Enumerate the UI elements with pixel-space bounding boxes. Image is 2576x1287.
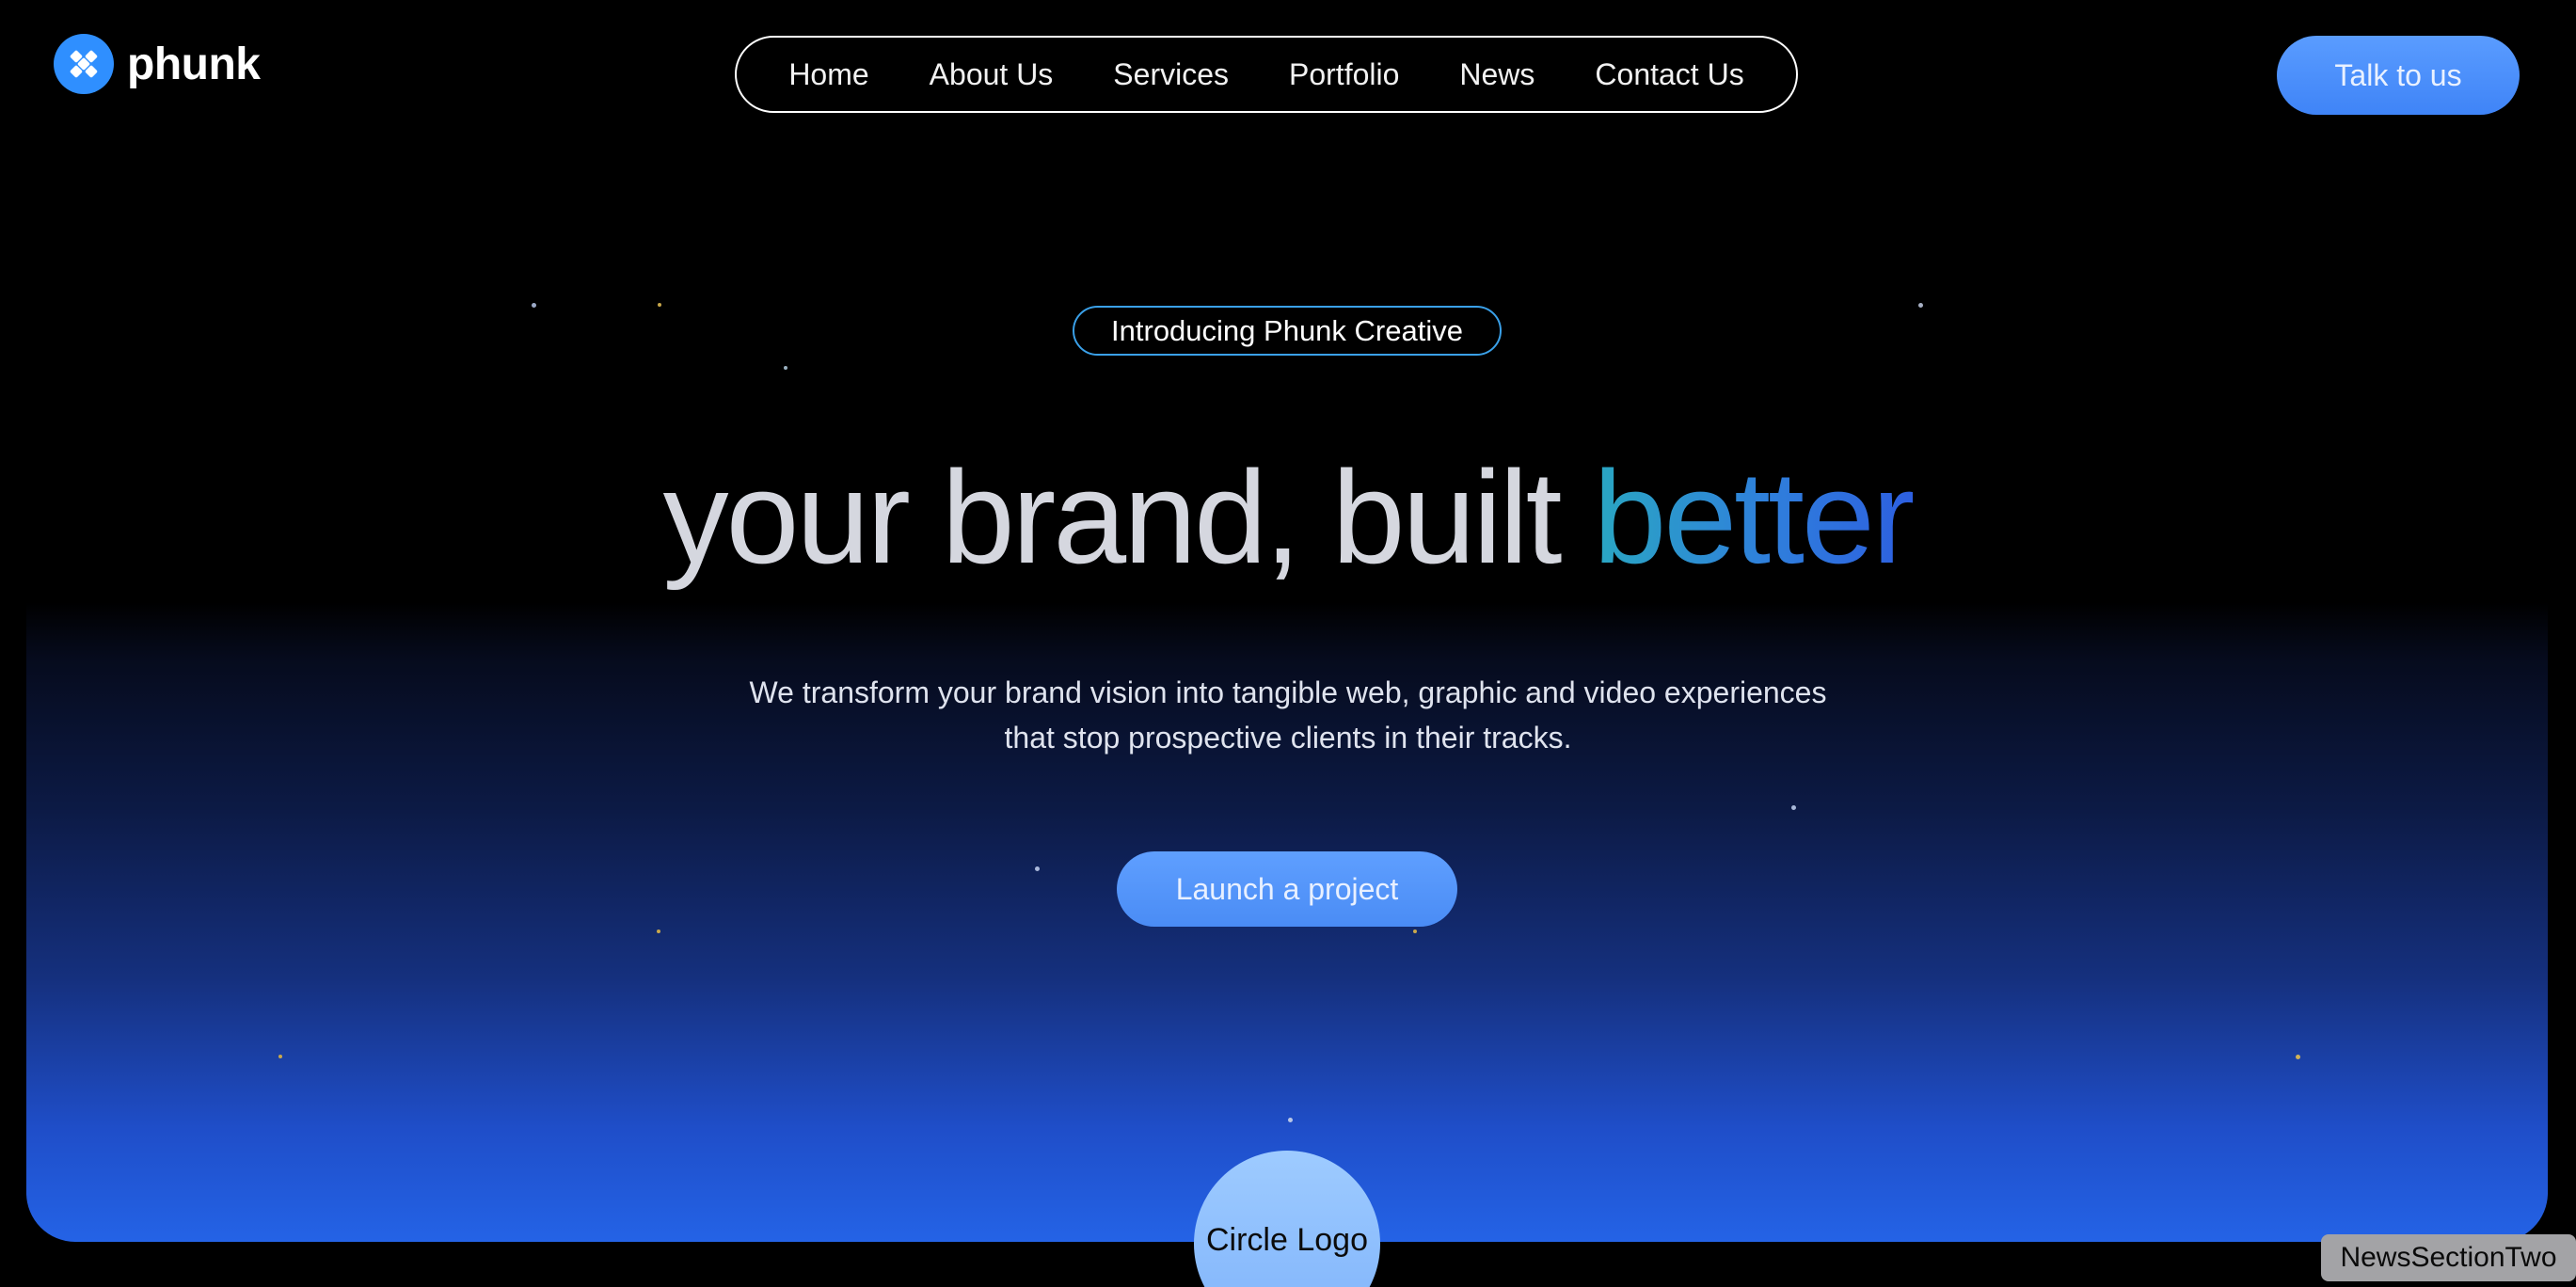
hero-headline: your brand, built better xyxy=(0,437,2576,597)
nav-item-contact-us[interactable]: Contact Us xyxy=(1595,57,1743,92)
star-decoration xyxy=(784,366,787,370)
page: phunk Home About Us Services Portfolio N… xyxy=(0,0,2576,1287)
circle-logo-label: Circle Logo xyxy=(1206,1222,1368,1258)
subtitle-line-2: that stop prospective clients in their t… xyxy=(1004,721,1572,755)
intro-badge: Introducing Phunk Creative xyxy=(1073,306,1502,356)
nav-item-news[interactable]: News xyxy=(1459,57,1534,92)
hero-subtitle: We transform your brand vision into tang… xyxy=(0,670,2576,760)
star-decoration xyxy=(1918,303,1923,308)
subtitle-line-1: We transform your brand vision into tang… xyxy=(749,675,1827,709)
star-decoration xyxy=(1413,930,1417,933)
nav-item-services[interactable]: Services xyxy=(1113,57,1229,92)
nav-item-portfolio[interactable]: Portfolio xyxy=(1289,57,1399,92)
brand-logo[interactable]: phunk xyxy=(54,34,261,94)
launch-project-button[interactable]: Launch a project xyxy=(1117,851,1457,927)
star-decoration xyxy=(1035,866,1040,871)
main-nav: Home About Us Services Portfolio News Co… xyxy=(735,36,1798,113)
star-decoration xyxy=(2296,1055,2300,1059)
talk-to-us-button[interactable]: Talk to us xyxy=(2277,36,2520,115)
star-decoration xyxy=(1791,805,1796,810)
star-decoration xyxy=(657,930,660,933)
headline-main-text: your brand, built xyxy=(662,443,1594,591)
news-section-tag: NewsSectionTwo xyxy=(2321,1234,2576,1281)
headline-accent-text: better xyxy=(1593,443,1916,591)
brand-mark-svg xyxy=(70,50,98,78)
star-decoration xyxy=(278,1055,282,1058)
nav-item-home[interactable]: Home xyxy=(788,57,868,92)
brand-mark-icon xyxy=(54,34,114,94)
nav-item-about-us[interactable]: About Us xyxy=(930,57,1054,92)
star-decoration xyxy=(1288,1118,1293,1122)
star-decoration xyxy=(658,303,661,307)
brand-name: phunk xyxy=(127,39,261,89)
hero-gradient-panel xyxy=(26,0,2548,1242)
star-decoration xyxy=(532,303,536,308)
